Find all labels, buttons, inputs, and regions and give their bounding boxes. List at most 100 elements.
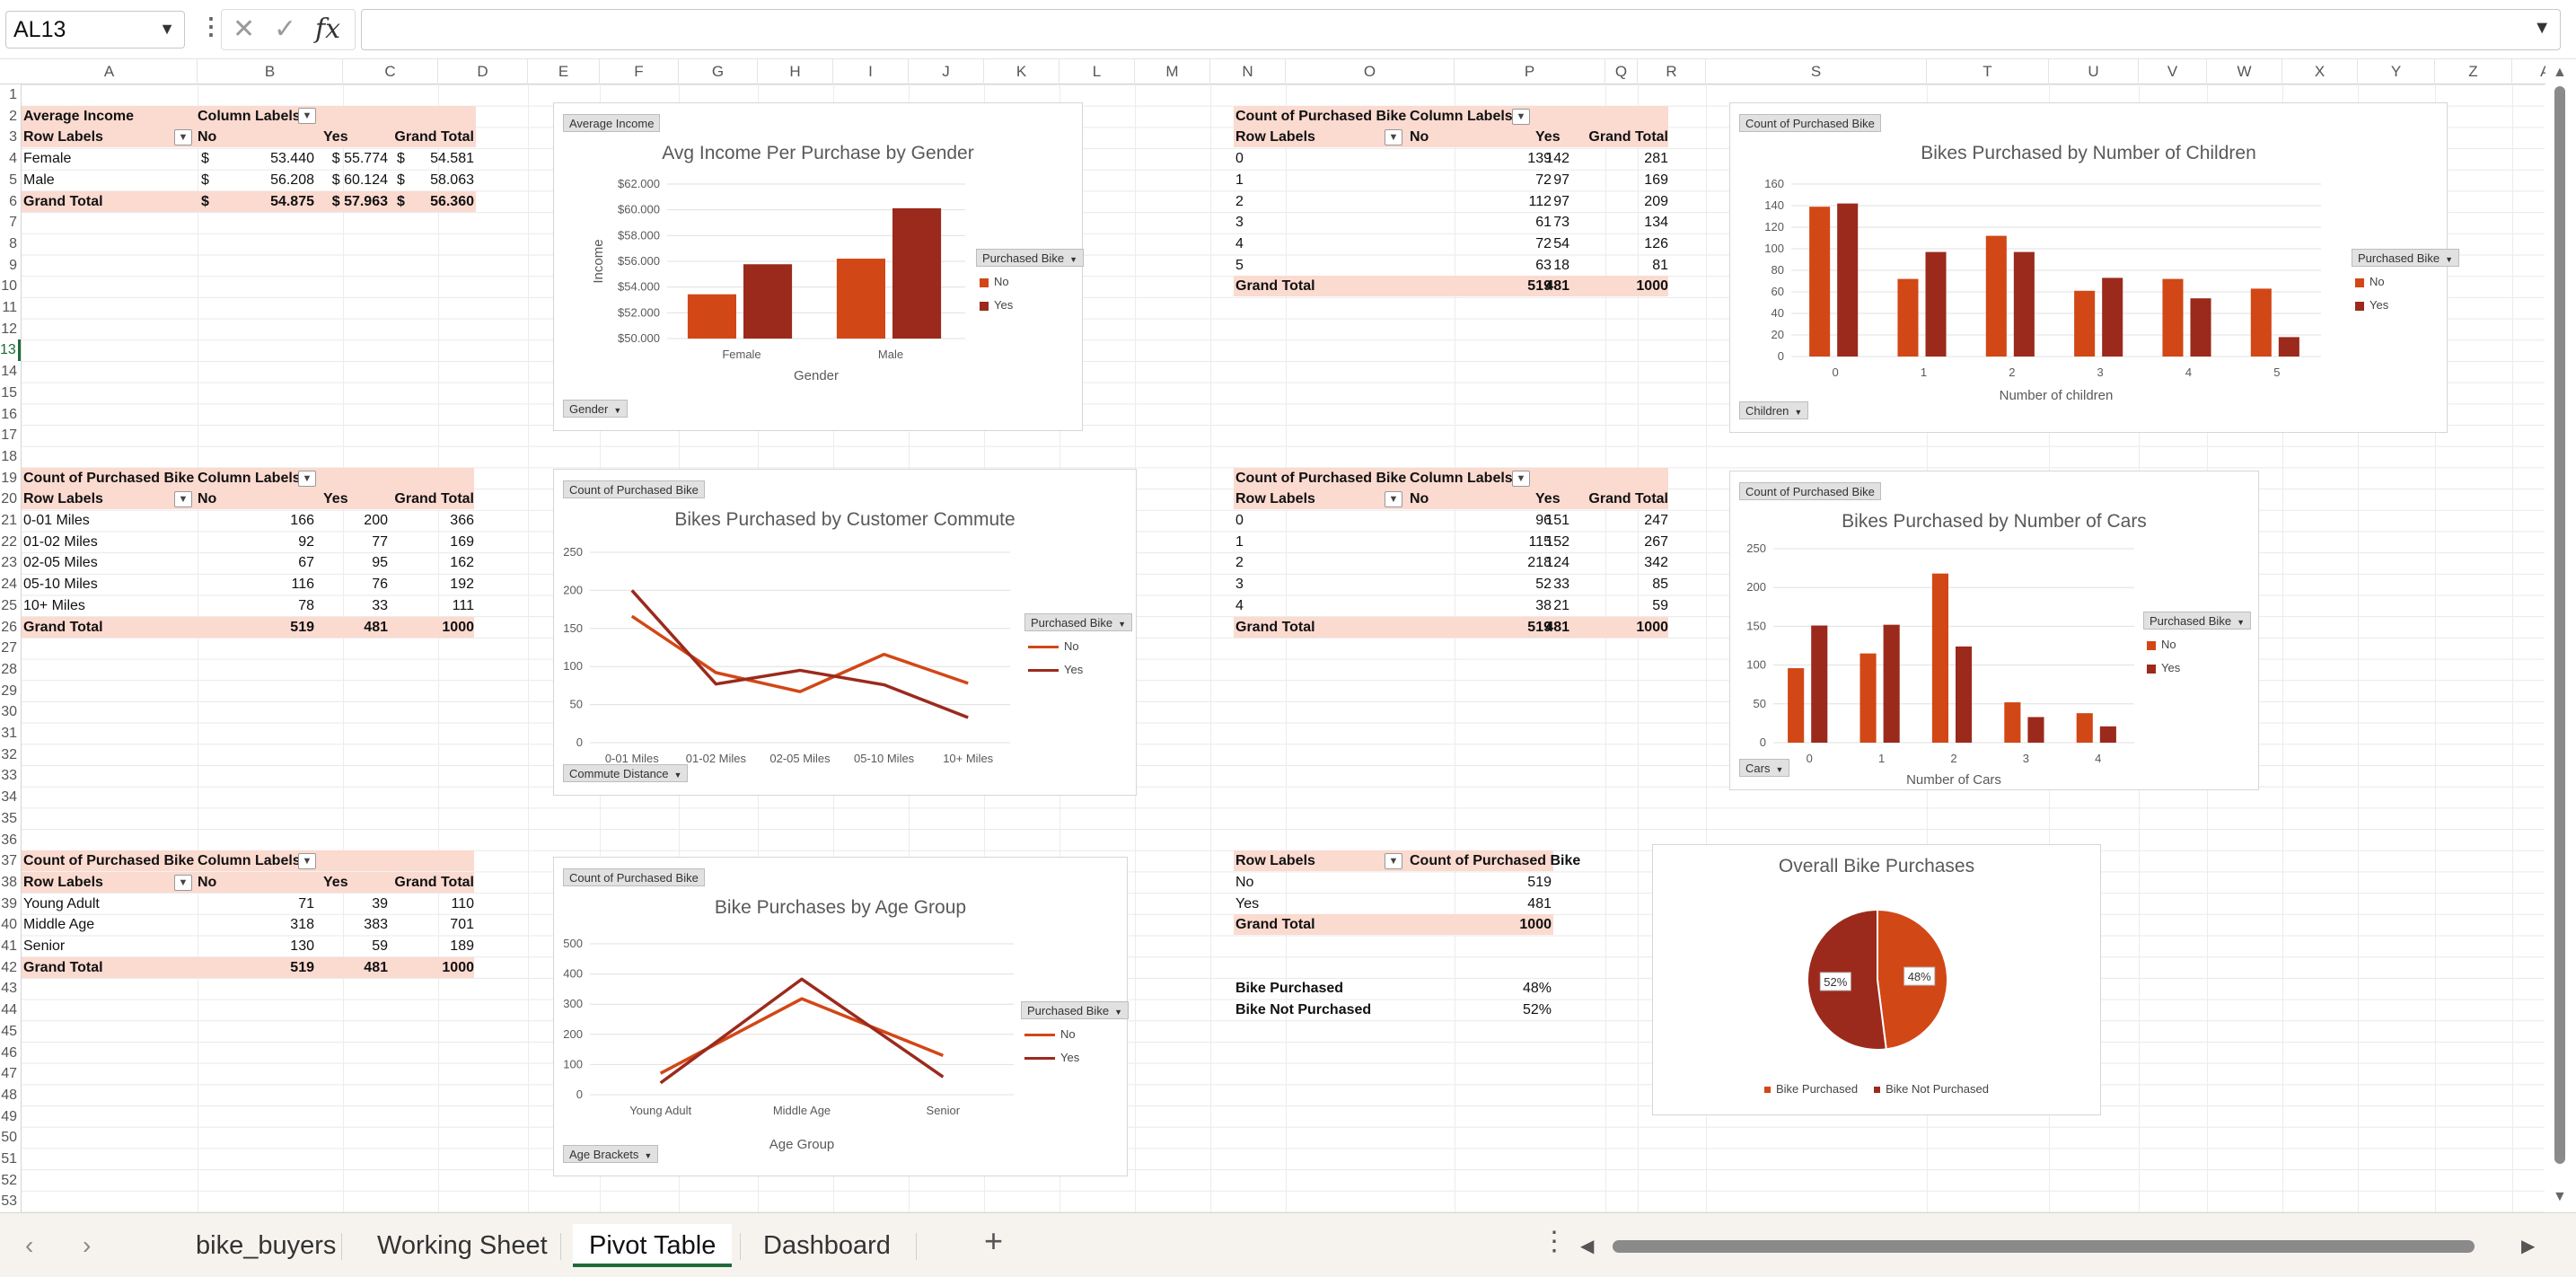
next-sheet-icon[interactable]: › <box>83 1231 91 1260</box>
filter-dropdown-icon[interactable]: ▼ <box>174 491 192 508</box>
filter-dropdown-icon[interactable]: ▼ <box>298 108 316 124</box>
chart-overall-pie[interactable]: 48% 52% Overall Bike Purchases Bike Purchas… <box>1652 844 2101 1115</box>
column-header[interactable]: P <box>1455 59 1605 84</box>
row-header[interactable]: 34 <box>0 787 21 808</box>
row-header[interactable]: 16 <box>0 404 21 426</box>
legend-field-button[interactable]: Purchased Bike ▼ <box>1024 613 1132 631</box>
column-header[interactable]: A <box>22 59 198 84</box>
column-header[interactable]: W <box>2207 59 2282 84</box>
row-header[interactable]: 40 <box>0 914 21 936</box>
dropdown-icon[interactable]: ▼ <box>1775 765 1783 774</box>
row-header[interactable]: 24 <box>0 574 21 595</box>
filter-dropdown-icon[interactable]: ▼ <box>1385 853 1402 869</box>
dropdown-icon[interactable]: ▼ <box>1114 1008 1122 1017</box>
legend-field-button[interactable]: Purchased Bike ▼ <box>2143 612 2251 630</box>
legend-item[interactable]: Yes <box>1024 1046 1079 1070</box>
row-header[interactable]: 19 <box>0 468 21 489</box>
scroll-right-icon[interactable]: ▶ <box>2521 1235 2535 1257</box>
vertical-scrollbar[interactable]: ▲ ▼ <box>2545 59 2576 1212</box>
row-header[interactable]: 41 <box>0 936 21 957</box>
row-header[interactable]: 29 <box>0 681 21 702</box>
row-header[interactable]: 46 <box>0 1043 21 1064</box>
row-header[interactable]: 8 <box>0 233 21 255</box>
column-header[interactable]: V <box>2139 59 2207 84</box>
row-header[interactable]: 22 <box>0 532 21 553</box>
filter-dropdown-icon[interactable]: ▼ <box>1385 129 1402 146</box>
row-header[interactable]: 6 <box>0 191 21 213</box>
row-header[interactable]: 32 <box>0 744 21 766</box>
column-header[interactable]: U <box>2049 59 2139 84</box>
row-header[interactable]: 14 <box>0 361 21 383</box>
legend-item[interactable]: Yes <box>980 294 1013 317</box>
column-header[interactable]: I <box>833 59 909 84</box>
field-button[interactable]: Average Income <box>563 114 661 132</box>
legend-item[interactable]: No <box>1024 1023 1079 1046</box>
row-header[interactable]: 25 <box>0 595 21 617</box>
column-header[interactable]: N <box>1210 59 1286 84</box>
filter-dropdown-icon[interactable]: ▼ <box>174 129 192 145</box>
column-header[interactable]: Y <box>2358 59 2435 84</box>
row-header[interactable]: 10 <box>0 276 21 297</box>
row-header[interactable]: 27 <box>0 638 21 659</box>
column-header[interactable]: H <box>758 59 833 84</box>
row-header[interactable]: 30 <box>0 701 21 723</box>
legend-item[interactable]: Yes <box>1028 658 1083 682</box>
legend-field-button[interactable]: Purchased Bike ▼ <box>976 249 1084 267</box>
row-header[interactable]: 9 <box>0 255 21 277</box>
row-header[interactable]: 5 <box>0 170 21 191</box>
chart-commute[interactable]: 0 50 100 150 200 250 0-01 Miles 01-02 Miles 02-0… <box>553 469 1137 796</box>
filter-dropdown-icon[interactable]: ▼ <box>1512 108 1530 125</box>
row-header[interactable]: 51 <box>0 1149 21 1170</box>
column-header[interactable]: B <box>198 59 343 84</box>
row-header[interactable]: 3 <box>0 127 21 148</box>
legend-item[interactable]: No <box>1028 635 1083 658</box>
add-sheet-icon[interactable]: + <box>984 1222 1003 1260</box>
axis-field-button[interactable]: Age Brackets ▼ <box>563 1145 659 1163</box>
field-button[interactable]: Count of Purchased Bike <box>1739 114 1881 132</box>
filter-dropdown-icon[interactable]: ▼ <box>1385 491 1402 508</box>
row-header[interactable]: 48 <box>0 1085 21 1106</box>
row-header[interactable]: 23 <box>0 552 21 574</box>
row-header[interactable]: 45 <box>0 1021 21 1043</box>
row-header[interactable]: 17 <box>0 425 21 446</box>
horizontal-scrollbar[interactable]: ◀ ▶ <box>1580 1235 2568 1258</box>
legend-item[interactable]: Yes <box>2147 656 2180 680</box>
chart-age[interactable]: 0 100 200 300 400 500 Young Adult Middle Age Sen… <box>553 857 1129 1176</box>
axis-field-button[interactable]: Cars ▼ <box>1739 759 1790 777</box>
filter-dropdown-icon[interactable]: ▼ <box>1512 470 1530 487</box>
column-header[interactable]: E <box>528 59 600 84</box>
row-header[interactable]: 47 <box>0 1063 21 1085</box>
sheet-grid[interactable]: Average Income Column Labels ▼ Row Label… <box>22 84 2545 1212</box>
name-box[interactable]: AL13 ▼ <box>5 11 185 48</box>
filter-dropdown-icon[interactable]: ▼ <box>174 874 192 891</box>
row-header[interactable]: 39 <box>0 894 21 915</box>
chart-income-gender[interactable]: $50.000 $52.000 $54.000 $56.000 $58.000 $60.0… <box>553 102 1084 431</box>
row-header[interactable]: 13 <box>0 339 21 362</box>
row-header[interactable]: 4 <box>0 148 21 170</box>
legend-field-button[interactable]: Purchased Bike ▼ <box>1021 1001 1129 1019</box>
dropdown-icon[interactable]: ▼ <box>674 771 682 779</box>
row-header[interactable]: 2 <box>0 106 21 128</box>
chevron-down-icon[interactable]: ▼ <box>159 20 175 39</box>
row-header[interactable]: 49 <box>0 1106 21 1128</box>
column-header[interactable]: R <box>1638 59 1706 84</box>
row-header[interactable]: 31 <box>0 723 21 744</box>
row-header[interactable]: 18 <box>0 446 21 468</box>
dropdown-icon[interactable]: ▼ <box>644 1151 652 1160</box>
more-options-icon[interactable]: ⋮ <box>199 13 223 40</box>
column-header[interactable]: D <box>438 59 528 84</box>
column-header[interactable]: C <box>343 59 438 84</box>
dropdown-icon[interactable]: ▼ <box>1069 255 1077 264</box>
dropdown-icon[interactable]: ▼ <box>2237 618 2245 627</box>
dropdown-icon[interactable]: ▼ <box>1118 620 1126 629</box>
chart-children[interactable]: 0 20 40 60 80 100 120 140 160 0 1 2 3 4 5 Number of chi… <box>1729 102 2459 433</box>
legend-item[interactable]: No <box>2147 633 2180 656</box>
scroll-up-icon[interactable]: ▲ <box>2553 65 2567 81</box>
formula-input[interactable]: ▼ <box>361 9 2561 50</box>
row-header[interactable]: 15 <box>0 383 21 404</box>
row-header[interactable]: 37 <box>0 850 21 872</box>
row-header[interactable]: 38 <box>0 872 21 894</box>
axis-field-button[interactable]: Gender ▼ <box>563 400 629 418</box>
column-header[interactable]: O <box>1286 59 1455 84</box>
expand-formula-icon[interactable]: ▼ <box>2533 18 2551 39</box>
